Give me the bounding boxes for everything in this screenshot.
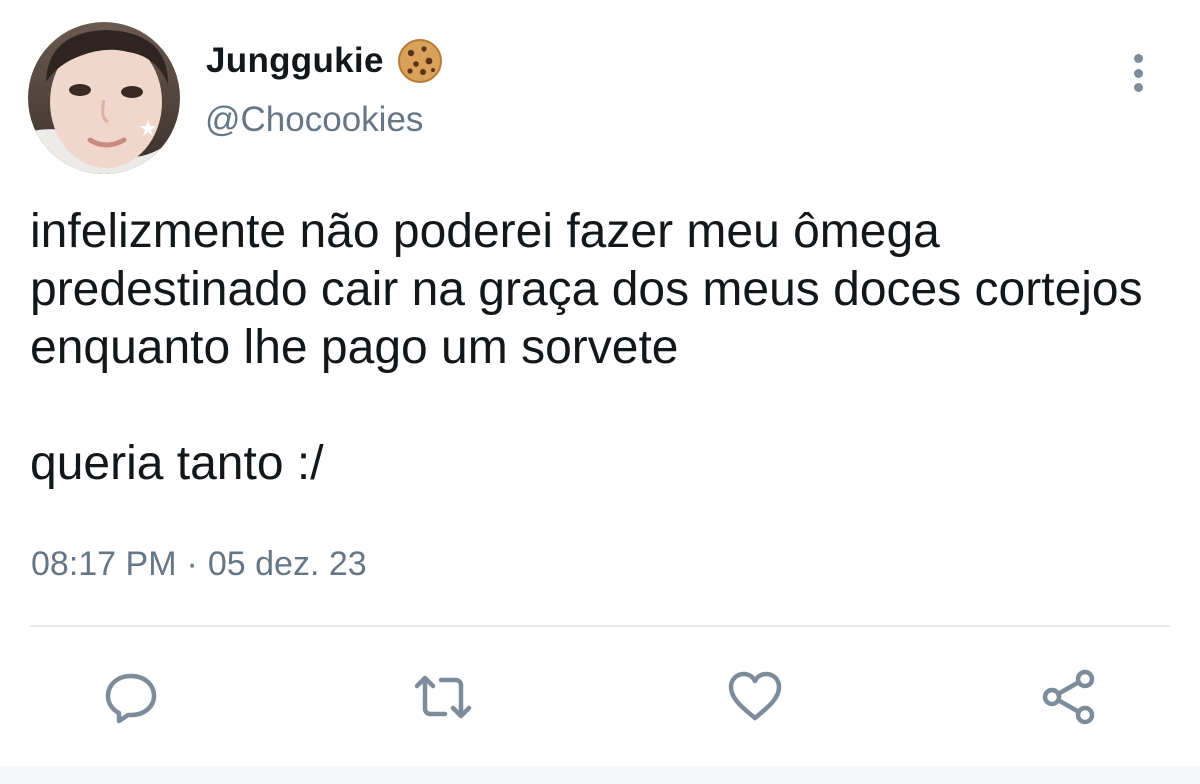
share-button[interactable] — [1036, 664, 1102, 730]
more-vertical-icon — [1133, 54, 1143, 63]
share-icon — [1042, 669, 1095, 725]
author-display-name[interactable]: Junggukie — [206, 36, 444, 86]
retweet-button[interactable] — [410, 664, 476, 730]
cookie-icon — [397, 39, 442, 83]
author-name: Junggukie — [206, 41, 384, 80]
tweet-card: Junggukie @Chocookies infelizmente não p… — [0, 0, 1200, 784]
avatar-image — [28, 22, 180, 174]
more-vertical-icon-dot — [1133, 68, 1143, 78]
bottom-strip — [0, 766, 1200, 784]
meta-separator: · — [186, 545, 198, 583]
avatar[interactable] — [28, 22, 180, 174]
retweet-icon — [414, 675, 472, 719]
tweet-text: infelizmente não poderei fazer meu ômega… — [30, 203, 1150, 493]
author-handle[interactable]: @Chocookies — [205, 100, 423, 140]
tweet-paragraph: queria tanto :/ — [30, 437, 324, 490]
more-vertical-icon-dot — [1133, 83, 1143, 92]
comment-icon — [105, 673, 157, 724]
divider — [30, 625, 1170, 627]
more-options-button[interactable] — [1118, 50, 1158, 96]
reply-button[interactable] — [98, 664, 164, 730]
heart-icon — [728, 671, 782, 721]
tweet-date: 05 dez. 23 — [207, 545, 367, 583]
like-button[interactable] — [722, 664, 788, 730]
tweet-timestamp: 08:17 PM · 05 dez. 23 — [31, 545, 367, 584]
tweet-paragraph: infelizmente não poderei fazer meu ômega… — [30, 205, 1143, 374]
tweet-time: 08:17 PM — [31, 545, 177, 583]
